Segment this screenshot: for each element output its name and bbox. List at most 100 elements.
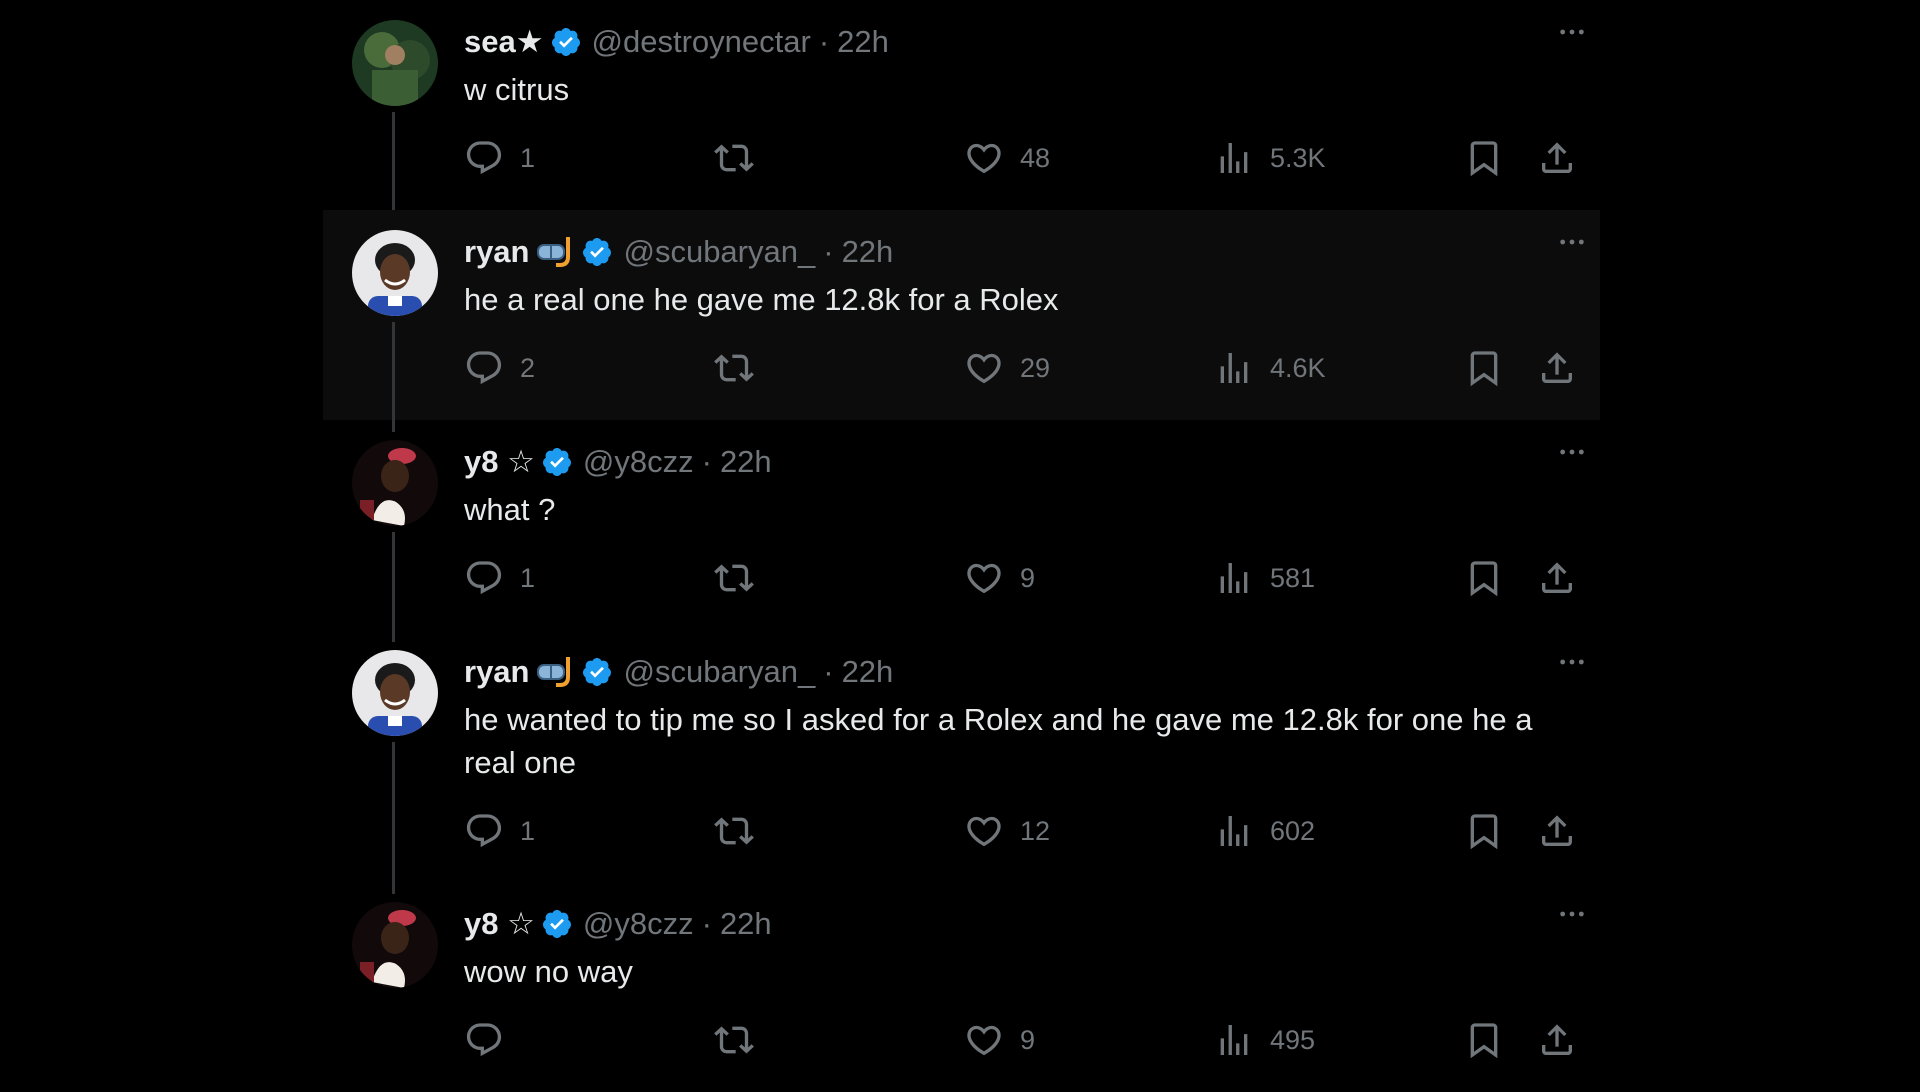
display-name[interactable]: ryan [464, 234, 529, 270]
avatar-image [352, 230, 438, 316]
share-icon [1542, 1024, 1572, 1055]
retweet-button[interactable] [714, 1015, 770, 1065]
view-count: 5.3K [1270, 142, 1326, 173]
timestamp[interactable]: 22h [837, 24, 889, 60]
verified-badge-icon [581, 656, 613, 688]
views-button[interactable]: 5.3K [1214, 133, 1326, 183]
views-button[interactable]: 495 [1214, 1015, 1315, 1065]
handle[interactable]: @scubaryan_ [623, 654, 815, 690]
avatar[interactable] [352, 902, 438, 988]
share-icon [1542, 352, 1572, 383]
avatar[interactable] [352, 650, 438, 736]
share-button[interactable] [1537, 343, 1577, 393]
reply-count: 1 [520, 142, 536, 173]
views-button[interactable]: 581 [1214, 553, 1315, 603]
display-name[interactable]: y8 ☆ [464, 906, 535, 942]
share-button[interactable] [1537, 1015, 1577, 1065]
diving-mask-emoji-icon [535, 235, 575, 269]
views-chart-icon [1220, 143, 1248, 173]
verified-badge-icon [541, 908, 573, 940]
reply-icon [466, 814, 502, 848]
tweet-header: y8 ☆ @y8czz · 22h [464, 440, 1570, 484]
tweet-header: sea★ @destroynectar · 22h [464, 20, 1570, 64]
views-chart-icon [1220, 563, 1248, 593]
reply-button[interactable]: 1 [464, 553, 535, 603]
retweet-button[interactable] [714, 806, 770, 856]
separator: · [701, 906, 712, 941]
more-options-icon[interactable] [1548, 10, 1596, 54]
like-button[interactable]: 9 [964, 1015, 1035, 1065]
view-count: 4.6K [1270, 352, 1326, 383]
action-bar: 9 495 [464, 1015, 1572, 1065]
avatar[interactable] [352, 440, 438, 526]
retweet-button[interactable] [714, 343, 770, 393]
views-button[interactable]: 4.6K [1214, 343, 1326, 393]
bookmark-button[interactable] [1464, 806, 1504, 856]
reply-button[interactable]: 2 [464, 343, 535, 393]
action-bar: 1 9 581 [464, 553, 1572, 603]
verified-badge-icon [541, 446, 573, 478]
avatar[interactable] [352, 230, 438, 316]
view-count: 581 [1270, 562, 1316, 593]
more-options-icon[interactable] [1548, 220, 1596, 264]
tweet[interactable]: y8 ☆ @y8czz · 22h what ? 1 9 581 [323, 420, 1600, 642]
retweet-button[interactable] [714, 553, 770, 603]
separator: · [701, 444, 712, 479]
reply-count: 1 [520, 815, 536, 846]
reply-button[interactable]: 1 [464, 133, 535, 183]
retweet-icon [714, 354, 754, 382]
handle[interactable]: @y8czz [583, 906, 694, 942]
display-name[interactable]: sea★ [464, 24, 544, 60]
display-name[interactable]: y8 ☆ [464, 444, 535, 480]
share-button[interactable] [1537, 806, 1577, 856]
heart-icon [967, 353, 1001, 384]
bookmark-button[interactable] [1464, 343, 1504, 393]
reply-button[interactable] [464, 1015, 520, 1065]
bookmark-icon [1470, 814, 1498, 850]
like-button[interactable]: 12 [964, 806, 1050, 856]
views-button[interactable]: 602 [1214, 806, 1315, 856]
tweet-header: ryan @scubaryan_ · 22h [464, 650, 1570, 694]
more-options-icon[interactable] [1548, 430, 1596, 474]
reply-count: 2 [520, 352, 536, 383]
tweet-text: w citrus [464, 72, 570, 107]
reply-icon [466, 141, 502, 175]
handle[interactable]: @scubaryan_ [623, 234, 815, 270]
timestamp[interactable]: 22h [720, 906, 772, 942]
like-button[interactable]: 29 [964, 343, 1050, 393]
separator: · [823, 654, 834, 689]
like-button[interactable]: 48 [964, 133, 1050, 183]
tweet[interactable]: ryan @scubaryan_ · 22h he wanted to tip … [323, 630, 1600, 894]
like-button[interactable]: 9 [964, 553, 1035, 603]
more-options-icon[interactable] [1548, 640, 1596, 684]
like-count: 9 [1020, 562, 1036, 593]
more-options-icon[interactable] [1548, 892, 1596, 936]
view-count: 602 [1270, 815, 1316, 846]
avatar[interactable] [352, 20, 438, 106]
timestamp[interactable]: 22h [842, 234, 894, 270]
retweet-button[interactable] [714, 133, 770, 183]
handle[interactable]: @destroynectar [592, 24, 811, 60]
tweet[interactable]: sea★ @destroynectar · 22h w citrus 1 48 [323, 0, 1600, 222]
share-button[interactable] [1537, 133, 1577, 183]
tweet[interactable]: y8 ☆ @y8czz · 22h wow no way 9 495 [323, 882, 1600, 1092]
heart-icon [967, 816, 1001, 847]
display-name[interactable]: ryan [464, 654, 529, 690]
bookmark-icon [1470, 351, 1498, 387]
bookmark-button[interactable] [1464, 133, 1504, 183]
tweet[interactable]: ryan @scubaryan_ · 22h he a real one he … [323, 210, 1600, 432]
heart-icon [967, 1025, 1001, 1056]
retweet-icon [714, 144, 754, 172]
reply-button[interactable]: 1 [464, 806, 535, 856]
bookmark-button[interactable] [1464, 553, 1504, 603]
handle[interactable]: @y8czz [583, 444, 694, 480]
bookmark-button[interactable] [1464, 1015, 1504, 1065]
reply-icon [466, 1023, 502, 1057]
timestamp[interactable]: 22h [842, 654, 894, 690]
bookmark-icon [1470, 141, 1498, 177]
retweet-icon [714, 817, 754, 845]
share-icon [1542, 142, 1572, 173]
timestamp[interactable]: 22h [720, 444, 772, 480]
share-button[interactable] [1537, 553, 1577, 603]
views-chart-icon [1220, 353, 1248, 383]
